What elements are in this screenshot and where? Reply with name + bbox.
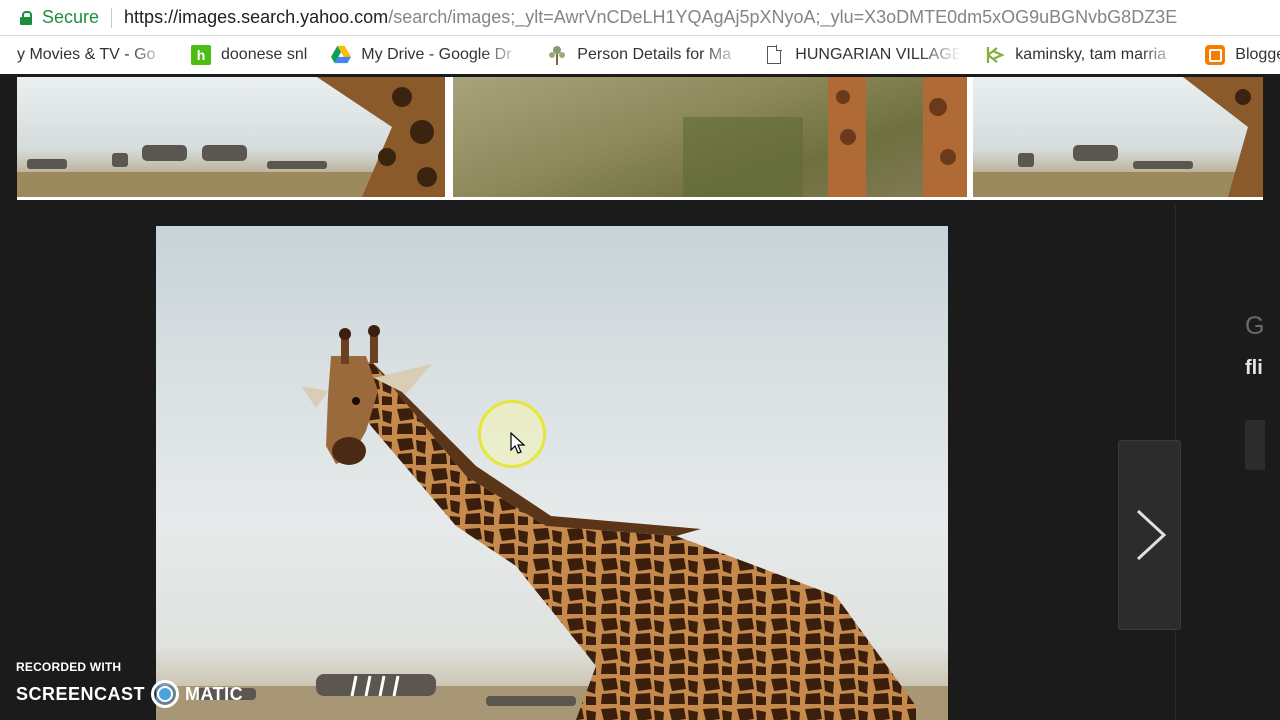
side-panel-title[interactable]: fli bbox=[1245, 357, 1263, 380]
google-drive-icon bbox=[331, 45, 352, 65]
thumbnail-strip bbox=[17, 77, 1263, 200]
bookmark-doonese-snl[interactable]: h doonese snl bbox=[191, 45, 307, 65]
watermark-brand-right: MATIC bbox=[185, 683, 244, 704]
bookmark-label: y Movies & TV - Go bbox=[17, 46, 156, 63]
bookmark-person-details[interactable]: Person Details for Ma bbox=[547, 45, 743, 65]
url-host[interactable]: https://images.search.yahoo.com bbox=[124, 7, 388, 28]
bookmark-my-drive[interactable]: My Drive - Google Dr bbox=[331, 45, 523, 65]
bookmark-label: My Drive - Google Dr bbox=[361, 46, 512, 63]
lock-icon bbox=[20, 10, 32, 25]
bookmark-label: HUNGARIAN VILLAGE bbox=[795, 46, 962, 63]
secure-label: Secure bbox=[42, 7, 100, 27]
watermark-brand-left: SCREENCAST bbox=[16, 683, 146, 704]
bookmark-movies-tv[interactable]: y Movies & TV - Go bbox=[17, 46, 167, 64]
screencast-logo-icon bbox=[151, 680, 180, 708]
bookmark-hungarian-village[interactable]: HUNGARIAN VILLAGE bbox=[767, 45, 962, 64]
watermark-recorded-with: RECORDED WITH bbox=[16, 660, 122, 674]
mouse-cursor-icon bbox=[510, 432, 526, 454]
address-bar[interactable]: Secure https://images.search.yahoo.com/s… bbox=[0, 0, 1280, 36]
family-tree-icon bbox=[547, 45, 567, 65]
bookmark-label: kaminsky, tam marria bbox=[1015, 46, 1167, 63]
address-divider bbox=[111, 7, 113, 28]
bookmark-kaminsky[interactable]: kaminsky, tam marria bbox=[985, 45, 1181, 65]
ancestry-icon bbox=[985, 45, 1006, 65]
thumbnail-image[interactable] bbox=[17, 77, 445, 197]
next-image-button[interactable] bbox=[1118, 440, 1181, 630]
bookmark-label: Blogge bbox=[1235, 46, 1280, 63]
thumbnail-image[interactable] bbox=[453, 77, 967, 197]
blogger-icon bbox=[1205, 45, 1226, 65]
side-panel-button[interactable] bbox=[1245, 420, 1265, 470]
page-icon bbox=[767, 45, 783, 64]
bookmarks-bar: y Movies & TV - Go h doonese snl My Driv… bbox=[0, 36, 1280, 74]
url-path[interactable]: /search/images;_ylt=AwrVnCDeLH1YQAgAj5pX… bbox=[388, 7, 1177, 28]
bookmark-blogger[interactable]: Blogge bbox=[1205, 45, 1280, 65]
screencast-watermark: RECORDED WITH SCREENCAST MATIC bbox=[16, 660, 243, 708]
houzz-icon: h bbox=[191, 45, 211, 65]
bookmark-label: Person Details for Ma bbox=[577, 46, 732, 63]
side-panel-initial: G bbox=[1245, 312, 1265, 340]
bookmark-label: doonese snl bbox=[221, 46, 308, 63]
chevron-right-icon bbox=[1136, 509, 1166, 561]
main-image[interactable] bbox=[156, 226, 948, 720]
thumbnail-image[interactable] bbox=[973, 77, 1263, 197]
